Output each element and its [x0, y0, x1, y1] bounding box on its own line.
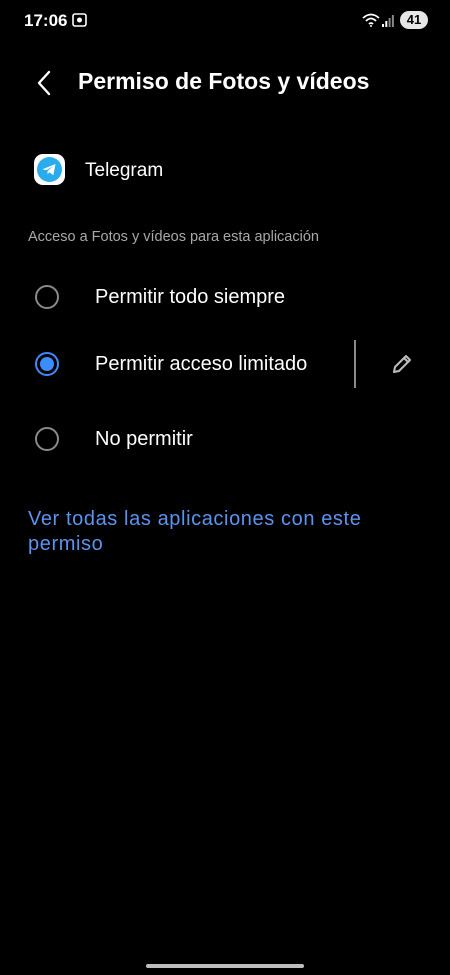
app-info-row: Telegram	[34, 154, 414, 188]
signal-icon	[382, 14, 394, 27]
status-time: 17:06	[24, 11, 68, 30]
battery-icon: 41	[400, 11, 428, 29]
home-indicator[interactable]	[146, 964, 304, 968]
option-label: Permitir todo siempre	[95, 286, 286, 308]
section-label: Acceso a Fotos y vídeos para esta aplica…	[28, 229, 319, 245]
radio-deny[interactable]	[35, 427, 59, 451]
option-allow-all[interactable]: Permitir todo siempre	[0, 269, 450, 325]
app-name: Telegram	[85, 160, 164, 181]
screenshot-icon	[72, 13, 87, 27]
radio-allow-limited[interactable]	[35, 352, 59, 376]
option-label: Permitir acceso limitado	[95, 353, 308, 375]
option-allow-limited[interactable]: Permitir acceso limitado	[0, 336, 450, 392]
radio-allow-all[interactable]	[35, 285, 59, 309]
wifi-icon	[362, 13, 380, 27]
chevron-left-icon	[37, 70, 51, 96]
status-bar: 17:06 41	[0, 0, 450, 40]
option-label: No permitir	[95, 428, 193, 450]
back-button[interactable]	[30, 66, 58, 100]
pencil-icon	[393, 355, 411, 373]
page-title: Permiso de Fotos y vídeos	[78, 68, 370, 94]
divider	[354, 340, 356, 388]
telegram-icon	[34, 154, 65, 185]
see-all-apps-link[interactable]: Ver todas las aplicaciones con este perm…	[28, 507, 428, 557]
option-deny[interactable]: No permitir	[0, 411, 450, 467]
edit-limited-access-button[interactable]	[388, 350, 416, 378]
